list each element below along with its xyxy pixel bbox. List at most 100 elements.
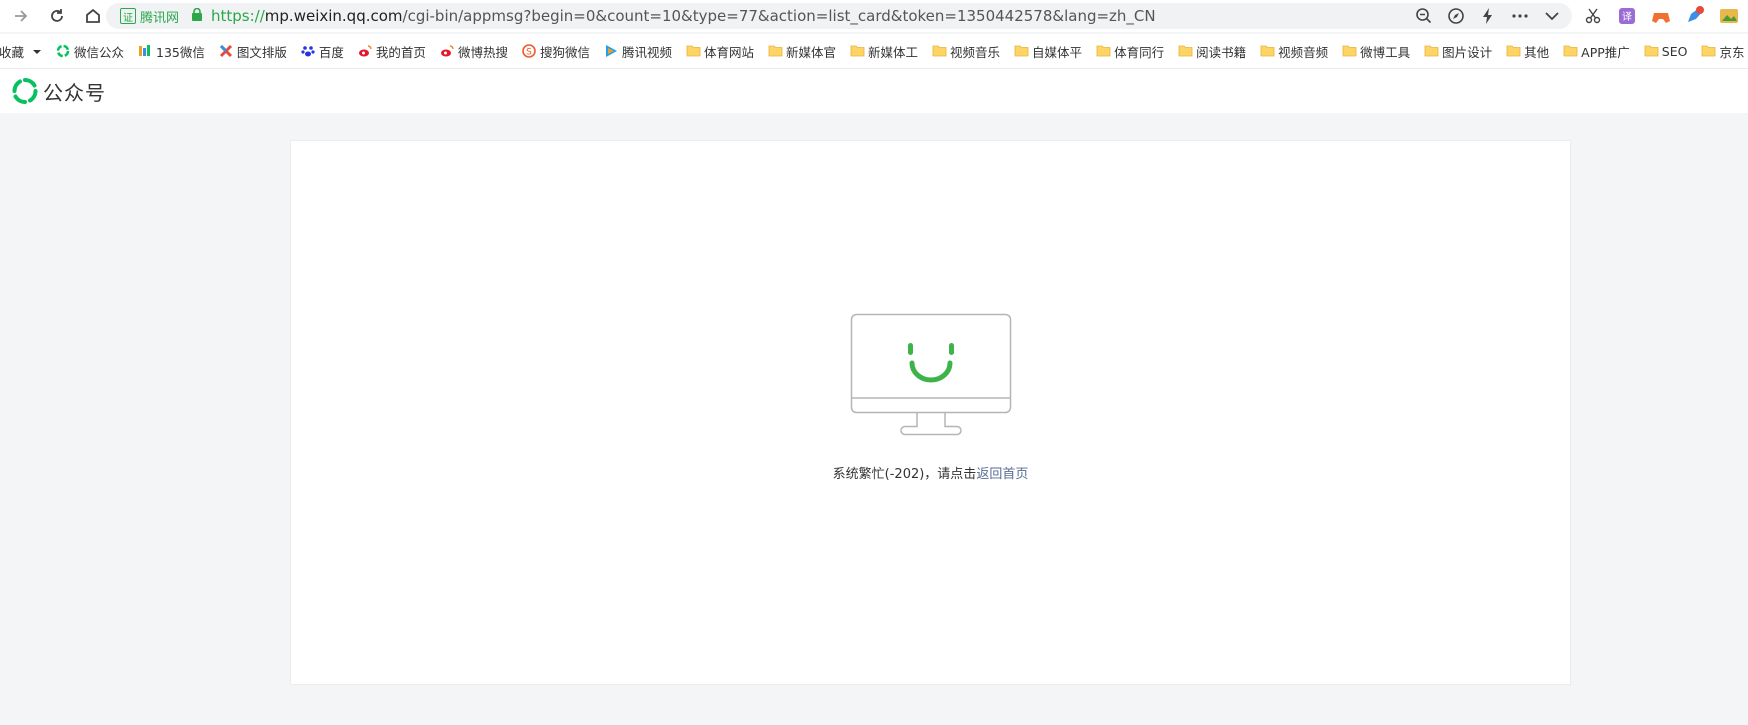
- tencent-video-logo-icon: [604, 44, 618, 58]
- folder-icon: [1701, 44, 1716, 58]
- folder-icon: [1563, 44, 1578, 58]
- folder-icon: [1342, 44, 1357, 58]
- bookmark-label: 阅读书籍: [1196, 44, 1247, 60]
- bookmark-label: 百度: [318, 44, 344, 60]
- extension-bar: 译: [1582, 4, 1740, 28]
- bookmark-label: 图片设计: [1442, 44, 1493, 60]
- bookmark-item[interactable]: 新媒体官: [761, 39, 843, 63]
- folder-icon: [850, 44, 865, 58]
- folder-icon: [1014, 44, 1029, 58]
- scissors-icon[interactable]: [1582, 5, 1604, 27]
- page-header: 公众号: [0, 69, 1748, 113]
- url-scheme: https://: [211, 7, 265, 25]
- folder-icon: [1096, 44, 1111, 58]
- bookmark-label: 135微信: [156, 44, 205, 60]
- bookmark-label: APP推广: [1581, 44, 1630, 60]
- bookmark-label: 视频音频: [1278, 44, 1329, 60]
- folder-icon: [768, 44, 783, 58]
- wechat-mp-logo-icon: [12, 78, 38, 104]
- url-path: /cgi-bin/appmsg?begin=0&count=10&type=77…: [402, 7, 1156, 25]
- forward-button[interactable]: [6, 2, 36, 30]
- folder-icon: [1178, 44, 1193, 58]
- bookmark-item[interactable]: 体育同行: [1089, 39, 1171, 63]
- bookmark-item[interactable]: SEO: [1637, 39, 1695, 63]
- logo-text: 公众号: [43, 80, 106, 105]
- bookmark-item[interactable]: 其他: [1499, 39, 1556, 63]
- compass-icon[interactable]: [1446, 6, 1466, 26]
- baidu-paw-icon: [301, 44, 315, 58]
- bookmark-item[interactable]: 视频音频: [1253, 39, 1335, 63]
- home-icon: [86, 8, 100, 23]
- bookmark-item[interactable]: 图文排版: [212, 39, 294, 63]
- bookmark-item[interactable]: 体育网站: [679, 39, 761, 63]
- weibo-logo-icon: [440, 44, 454, 58]
- folder-icon: [1506, 44, 1521, 58]
- bookmark-item[interactable]: 视频音乐: [925, 39, 1007, 63]
- bookmark-label: 微博热搜: [457, 44, 508, 60]
- 135-logo-icon: [138, 44, 152, 58]
- bookmark-label: 新媒体官: [786, 44, 837, 60]
- bookmark-item[interactable]: 图片设计: [1417, 39, 1499, 63]
- bookmark-item[interactable]: 135微信: [131, 39, 212, 63]
- wechat-logo-icon: [56, 44, 70, 58]
- chevron-down-icon: [32, 44, 42, 59]
- logo[interactable]: 公众号: [11, 77, 106, 106]
- url-host: mp.weixin.qq.com: [264, 7, 403, 25]
- bookmark-item[interactable]: 百度: [294, 39, 351, 63]
- bookmark-label: 收藏: [0, 44, 25, 60]
- bookmark-label: 搜狗微信: [539, 44, 590, 60]
- x-logo-icon: [219, 44, 233, 58]
- bookmark-label: 其他: [1524, 44, 1550, 60]
- svg-text:译: 译: [1622, 11, 1632, 23]
- bookmark-item[interactable]: 收藏: [0, 39, 49, 63]
- error-text: 系统繁忙(-202)，请点击: [832, 467, 977, 482]
- bookmark-item[interactable]: APP推广: [1556, 39, 1637, 63]
- address-bar[interactable]: 证 腾讯网 https://mp.weixin.qq.com/cgi-bin/a…: [106, 3, 1572, 29]
- bookmark-label: 新媒体工: [868, 44, 919, 60]
- bookmark-item[interactable]: 腾讯视频: [597, 39, 679, 63]
- bookmark-item[interactable]: 微博热搜: [433, 39, 515, 63]
- bookmark-item[interactable]: 微博工具: [1335, 39, 1417, 63]
- url-actions: [1414, 3, 1562, 29]
- bookmark-label: 我的首页: [375, 44, 426, 60]
- bookmark-label: 体育同行: [1114, 44, 1165, 60]
- svg-text:S: S: [526, 48, 532, 58]
- arrow-right-icon: [15, 10, 28, 22]
- bookmark-item[interactable]: 自媒体平: [1007, 39, 1089, 63]
- chevron-down-icon[interactable]: [1542, 6, 1562, 26]
- lock-icon: [191, 7, 203, 25]
- bookmark-item[interactable]: S 搜狗微信: [515, 39, 597, 63]
- monitor-smile-icon: [850, 313, 1012, 436]
- error-card: 系统繁忙(-202)，请点击返回首页: [290, 140, 1571, 685]
- bookmark-label: 体育网站: [703, 44, 754, 60]
- home-button[interactable]: [78, 2, 108, 30]
- folder-icon: [932, 44, 947, 58]
- return-home-link[interactable]: 返回首页: [976, 467, 1028, 482]
- more-icon[interactable]: [1510, 6, 1530, 26]
- game-icon[interactable]: [1650, 5, 1672, 27]
- folder-icon: [1260, 44, 1275, 58]
- bookmark-label: 京东: [1719, 44, 1745, 60]
- reload-button[interactable]: [42, 2, 72, 30]
- bookmark-label: 腾讯视频: [621, 44, 672, 60]
- bookmark-item[interactable]: 我的首页: [351, 39, 433, 63]
- reload-icon: [51, 9, 63, 22]
- browser-toolbar: 证 腾讯网 https://mp.weixin.qq.com/cgi-bin/a…: [0, 0, 1748, 32]
- bookmark-label: 图文排版: [236, 44, 287, 60]
- bookmark-item[interactable]: 新媒体工: [843, 39, 925, 63]
- translate-icon[interactable]: 译: [1616, 5, 1638, 27]
- bookmark-label: 微信公众: [74, 44, 125, 60]
- bookmark-item[interactable]: 微信公众: [49, 39, 131, 63]
- folder-icon: [1644, 44, 1659, 58]
- pencil-icon[interactable]: [1684, 5, 1706, 27]
- weibo-logo-icon: [358, 44, 372, 58]
- bookmark-label: 视频音乐: [950, 44, 1001, 60]
- bookmark-label: SEO: [1661, 43, 1688, 59]
- bookmark-item[interactable]: 京东: [1694, 39, 1748, 63]
- lightning-icon[interactable]: [1478, 6, 1498, 26]
- image-icon[interactable]: [1718, 5, 1740, 27]
- bookmark-item[interactable]: 阅读书籍: [1171, 39, 1253, 63]
- url-text[interactable]: https://mp.weixin.qq.com/cgi-bin/appmsg?…: [211, 7, 1156, 25]
- zoom-out-icon[interactable]: [1414, 6, 1434, 26]
- bookmarks-bar: 收藏 微信公众 135微信 图文排版 百度 我的首页 微博热搜 S 搜狗微信 腾讯视频 体育网站 新媒…: [0, 34, 1748, 69]
